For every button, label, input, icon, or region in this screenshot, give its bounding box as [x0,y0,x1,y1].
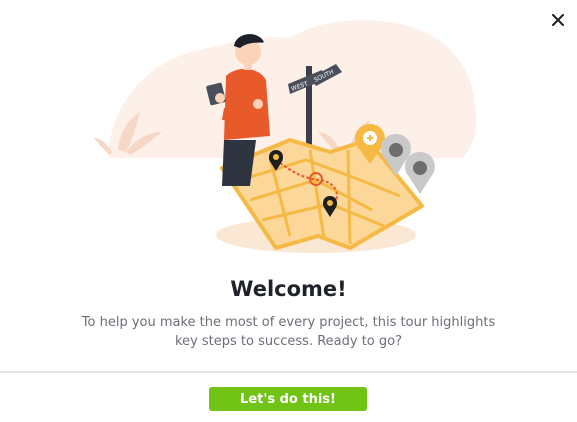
welcome-tour-dialog: WEST SOUTH Welcome! To help you make the… [0,0,577,422]
dialog-description: To help you make the most of every proje… [81,315,496,349]
welcome-illustration: WEST SOUTH [94,20,477,253]
divider [0,371,577,373]
dialog-title: Welcome! [230,277,347,301]
start-tour-button[interactable]: Let's do this! [209,387,367,411]
